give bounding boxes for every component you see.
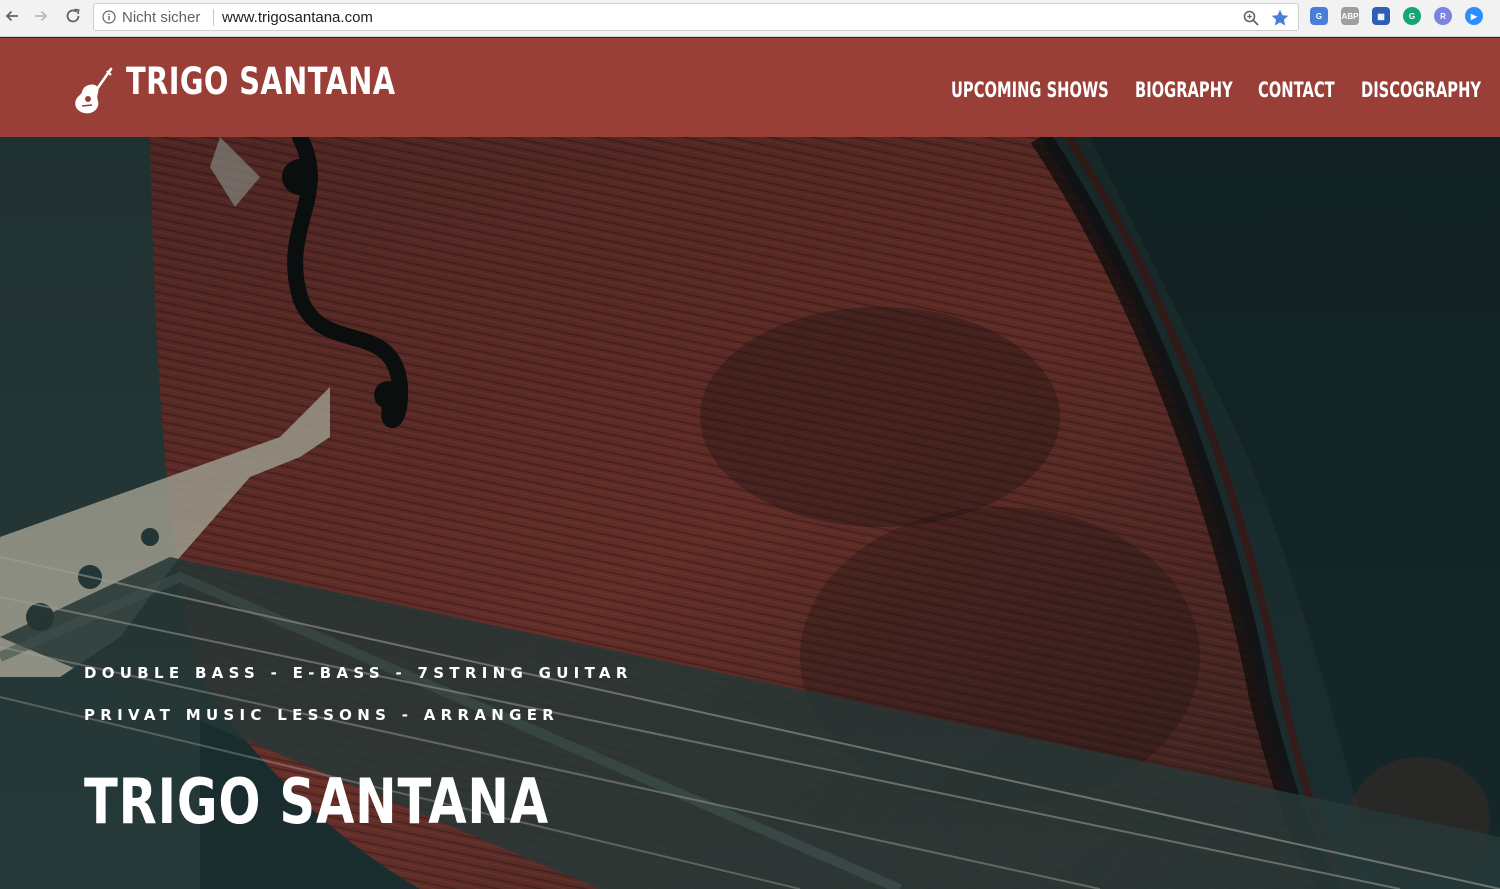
back-arrow-icon — [5, 10, 18, 22]
r-extension-icon[interactable]: R — [1434, 7, 1452, 25]
reload-icon — [66, 8, 80, 23]
forward-button[interactable] — [30, 5, 52, 27]
info-icon[interactable] — [102, 10, 116, 24]
hero-title: TRIGO SANTANA — [84, 765, 549, 838]
hero-tagline-services: PRIVAT MUSIC LESSONS - ARRANGER — [84, 706, 560, 724]
zoom-icon[interactable] — [1242, 9, 1260, 27]
site-header: TRIGO SANTANA UPCOMING SHOWS BIOGRAPHY C… — [0, 38, 1500, 137]
adblock-plus-icon[interactable]: ABP — [1341, 7, 1359, 25]
grid-extension-icon[interactable]: ▦ — [1372, 7, 1390, 25]
google-translate-icon[interactable]: G — [1310, 7, 1328, 25]
nav-discography[interactable]: DISCOGRAPHY — [1361, 78, 1481, 102]
hero-tagline-instruments: DOUBLE BASS - E-BASS - 7STRING GUITAR — [84, 664, 633, 682]
nav-upcoming-shows[interactable]: UPCOMING SHOWS — [951, 78, 1109, 102]
security-label: Nicht sicher — [122, 9, 201, 26]
bookmark-star-icon[interactable] — [1270, 8, 1290, 28]
hero-section: DOUBLE BASS - E-BASS - 7STRING GUITAR PR… — [0, 137, 1500, 889]
back-button[interactable] — [1, 5, 23, 27]
address-separator — [213, 9, 214, 26]
guitar-logo-icon[interactable] — [73, 67, 113, 115]
address-bar[interactable]: Nicht sicher www.trigosantana.com — [93, 3, 1299, 31]
nav-biography[interactable]: BIOGRAPHY — [1135, 78, 1233, 102]
reload-button[interactable] — [62, 5, 84, 27]
logo-text[interactable]: TRIGO SANTANA — [126, 60, 396, 103]
url-text[interactable]: www.trigosantana.com — [222, 9, 373, 26]
grammarly-icon[interactable]: G — [1403, 7, 1421, 25]
forward-arrow-icon — [35, 10, 48, 22]
nav-contact[interactable]: CONTACT — [1258, 78, 1335, 102]
zoom-extension-icon[interactable]: ▶ — [1465, 7, 1483, 25]
browser-toolbar: Nicht sicher www.trigosantana.com G ABP ▦ G… — [0, 0, 1500, 37]
